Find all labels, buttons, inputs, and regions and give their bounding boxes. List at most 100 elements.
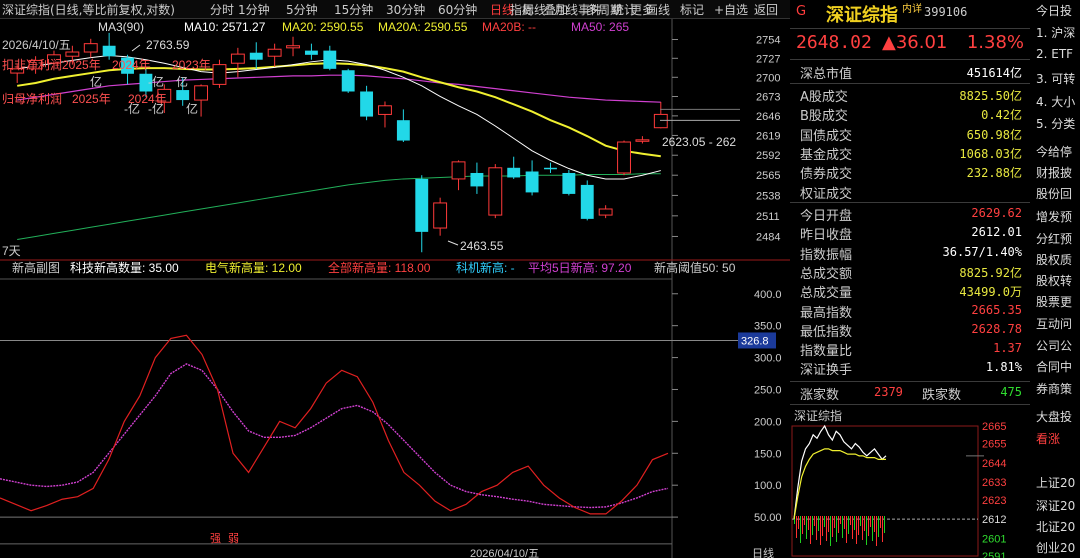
- info-list-item-3[interactable]: 3. 可转: [1036, 70, 1075, 87]
- candle-body: [323, 50, 337, 69]
- down-count-value: 475: [1000, 385, 1022, 399]
- strong-label: 强: [210, 533, 221, 545]
- mini-volume-bar: [796, 516, 797, 538]
- mini-axis-label: 2591: [982, 551, 1006, 558]
- ma3-legend: MA3(90): [98, 20, 144, 34]
- sep-5: [790, 381, 1030, 382]
- info-list-item-6[interactable]: 今给停: [1036, 143, 1072, 160]
- info-list-item-9[interactable]: 增发预: [1036, 208, 1072, 225]
- tool-button-0[interactable]: 指标: [510, 1, 534, 18]
- sub-legend-c: 全部新高量: 118.00: [328, 260, 431, 275]
- candle-body: [580, 184, 594, 219]
- period-tab-3[interactable]: 15分钟: [334, 1, 373, 18]
- info-list-item-17[interactable]: 券商策: [1036, 380, 1072, 397]
- info-list-item-5[interactable]: 5. 分类: [1036, 115, 1075, 132]
- candle-body: [304, 50, 318, 55]
- stat-row-label-8: 深证换手: [800, 363, 853, 379]
- mini-volume-bar: [878, 516, 879, 537]
- info-list-item-12[interactable]: 股权转: [1036, 272, 1072, 289]
- mini-volume-bar: [872, 516, 873, 541]
- profit-label-2: 归母净利润: [2, 92, 62, 106]
- tool-button-3[interactable]: 统计: [612, 1, 636, 18]
- mini-volume-bar: [866, 516, 867, 545]
- sub-axis-label: 50.00: [754, 512, 782, 524]
- mini-volume-bar: [848, 516, 849, 534]
- info-list: 今日投 1. 沪深 2. ETF 3. 可转 4. 大小 5. 分类今给停财报披股份回增发…: [1031, 0, 1080, 558]
- sub-axis-label: 100.0: [754, 480, 782, 492]
- candle-body: [433, 202, 448, 229]
- info-list-item-7[interactable]: 财报披: [1036, 164, 1072, 181]
- quote-icon: G: [796, 4, 807, 19]
- info-list-item-8[interactable]: 股份回: [1036, 185, 1072, 202]
- up-count-value: 2379: [874, 385, 903, 399]
- profit-label-1: 扣非净利润: [2, 58, 62, 72]
- info-list-item-0[interactable]: 今日投: [1036, 2, 1072, 19]
- quote-pct: 1.38%: [966, 32, 1024, 53]
- mini-intraday-chart[interactable]: 深证综指 2665 2655 2644 2633 2623 2612 2601 2591: [790, 406, 1030, 558]
- year-label-2024a: 2024年: [112, 58, 151, 72]
- quote-detail-link[interactable]: 内详: [902, 0, 922, 15]
- info-list-item-2[interactable]: 2. ETF: [1036, 47, 1073, 61]
- mini-volume-bar: [864, 516, 865, 531]
- candle-body: [102, 45, 116, 57]
- stat-row-label-4: 总成交量: [800, 286, 853, 302]
- mini-price-line: [793, 424, 887, 520]
- mini-volume-bar: [836, 516, 837, 542]
- quote-panel: G 深证综指 内详 399106 2648.02 ▲36.01 1.38% 深总市值 45161…: [790, 0, 1030, 558]
- tool-button-2[interactable]: 事件: [578, 1, 602, 18]
- vol-row-value-3: 1068.03亿: [959, 146, 1022, 161]
- info-list-item-4[interactable]: 4. 大小: [1036, 93, 1075, 110]
- price-axis-label: 2700: [756, 72, 780, 84]
- sub-legend-f: 新高阈值50: 50: [654, 260, 736, 275]
- tool-button-4[interactable]: 画线: [646, 1, 670, 18]
- info-list-item-20[interactable]: 上证20: [1036, 474, 1075, 491]
- period-tab-2[interactable]: 5分钟: [286, 1, 318, 18]
- info-list-item-19[interactable]: 看涨: [1036, 430, 1060, 447]
- info-list-item-21[interactable]: 深证20: [1036, 497, 1075, 514]
- info-list-item-16[interactable]: 合同中: [1036, 358, 1072, 375]
- period-tab-5[interactable]: 60分钟: [438, 1, 477, 18]
- sub-legend-name: 新高副图: [12, 260, 60, 275]
- mini-axis-label: 2612: [982, 514, 1006, 526]
- period-tab-0[interactable]: 分时: [210, 1, 234, 18]
- main-chart[interactable]: 2754 2727 2700 2673 2646 2619 2592 2565 2538 2511…: [0, 19, 790, 558]
- sub-axis-label: 400.0: [754, 289, 782, 301]
- sub-axis-label: 200.0: [754, 416, 782, 428]
- tool-button-6[interactable]: +自选: [714, 1, 748, 18]
- candle-body: [65, 51, 80, 57]
- mini-volume-bar: [884, 516, 885, 533]
- mini-volume-bar: [882, 516, 883, 542]
- tool-button-7[interactable]: 返回: [754, 1, 778, 18]
- tool-button-1[interactable]: 叠加: [544, 1, 568, 18]
- tool-button-5[interactable]: 标记: [680, 1, 704, 18]
- mini-volume-bar: [834, 516, 835, 528]
- info-list-item-15[interactable]: 公司公: [1036, 337, 1072, 354]
- current-marker-label: 2623.05 - 262: [662, 135, 736, 149]
- quote-price: 2648.02: [796, 32, 872, 53]
- vol-row-label-5: 权证成交: [800, 186, 853, 202]
- info-list-item-11[interactable]: 股权质: [1036, 251, 1072, 268]
- period-tab-4[interactable]: 30分钟: [386, 1, 425, 18]
- mini-volume-bar: [852, 516, 853, 539]
- mini-volume-bar: [840, 516, 841, 524]
- candle-body: [83, 43, 98, 53]
- period-tab-1[interactable]: 1分钟: [238, 1, 270, 18]
- price-axis-label: 2727: [756, 53, 780, 65]
- mini-volume-bar: [876, 516, 877, 546]
- mini-volume-bar: [822, 516, 823, 536]
- info-list-item-10[interactable]: 分红预: [1036, 230, 1072, 247]
- info-list-item-23[interactable]: 创业20: [1036, 539, 1075, 556]
- info-list-item-22[interactable]: 北证20: [1036, 518, 1075, 535]
- info-list-item-1[interactable]: 1. 沪深: [1036, 24, 1075, 41]
- vol-row-value-4: 232.88亿: [966, 166, 1022, 181]
- candle-body: [396, 120, 410, 141]
- vol-row-label-0: A股成交: [800, 90, 848, 105]
- info-list-item-13[interactable]: 股票更: [1036, 293, 1072, 310]
- mini-volume-bar: [842, 516, 843, 538]
- quote-change: ▲36.01: [882, 32, 948, 53]
- days-label: 7天: [2, 244, 21, 258]
- vol-row-label-2: 国债成交: [800, 128, 853, 144]
- stat-row-value-2: 36.57/1.40%: [942, 244, 1022, 259]
- info-list-item-18[interactable]: 大盘投: [1036, 408, 1072, 425]
- info-list-item-14[interactable]: 互动问: [1036, 315, 1072, 332]
